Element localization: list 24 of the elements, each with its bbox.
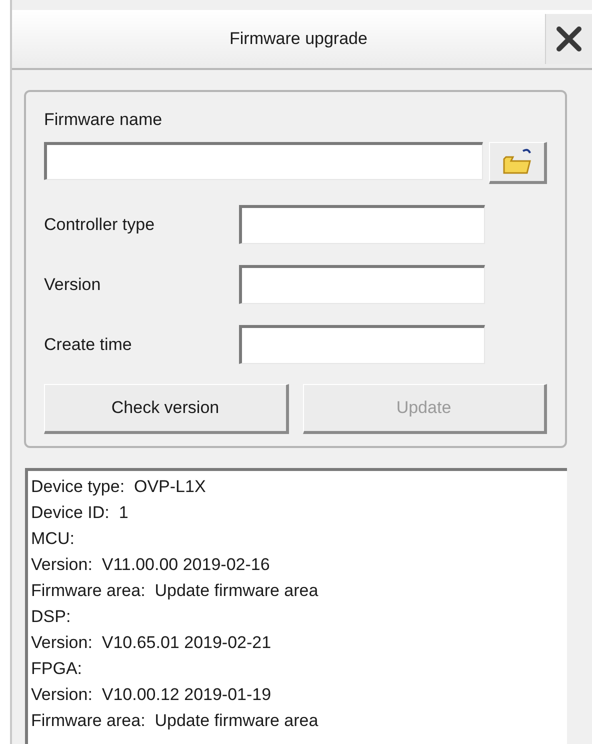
log-line: Version: V11.00.00 2019-02-16 (31, 554, 270, 576)
text-field[interactable] (239, 325, 485, 364)
window-title: Firmware upgrade (228, 28, 368, 50)
text-field[interactable] (239, 205, 485, 244)
close-icon (555, 25, 583, 53)
log-line: Firmware area: Update firmware area (31, 710, 318, 732)
folder-icon (501, 147, 534, 177)
log-line: Firmware area: Update firmware area (31, 580, 318, 602)
text-field[interactable] (239, 265, 485, 304)
log-line: DSP: (31, 606, 71, 628)
close-button[interactable] (545, 14, 592, 64)
field-label: Controller type (44, 214, 156, 236)
firmware-name-field[interactable] (44, 142, 484, 180)
log-line: Version: V10.65.01 2019-02-21 (31, 632, 272, 654)
field-label: Version (44, 274, 102, 296)
log-line: Device type: OVP-L1X (31, 476, 206, 498)
field-label: Create time (44, 334, 133, 356)
action-button[interactable]: Check version (44, 384, 288, 434)
log-line: Device ID: 1 (31, 502, 128, 524)
log-line: Version: V10.00.12 2019-01-19 (31, 684, 272, 706)
field-label: Firmware name (44, 109, 164, 131)
log-line: MCU: (31, 528, 74, 550)
log-line: FPGA: (31, 658, 82, 680)
browse-button[interactable] (489, 142, 547, 184)
